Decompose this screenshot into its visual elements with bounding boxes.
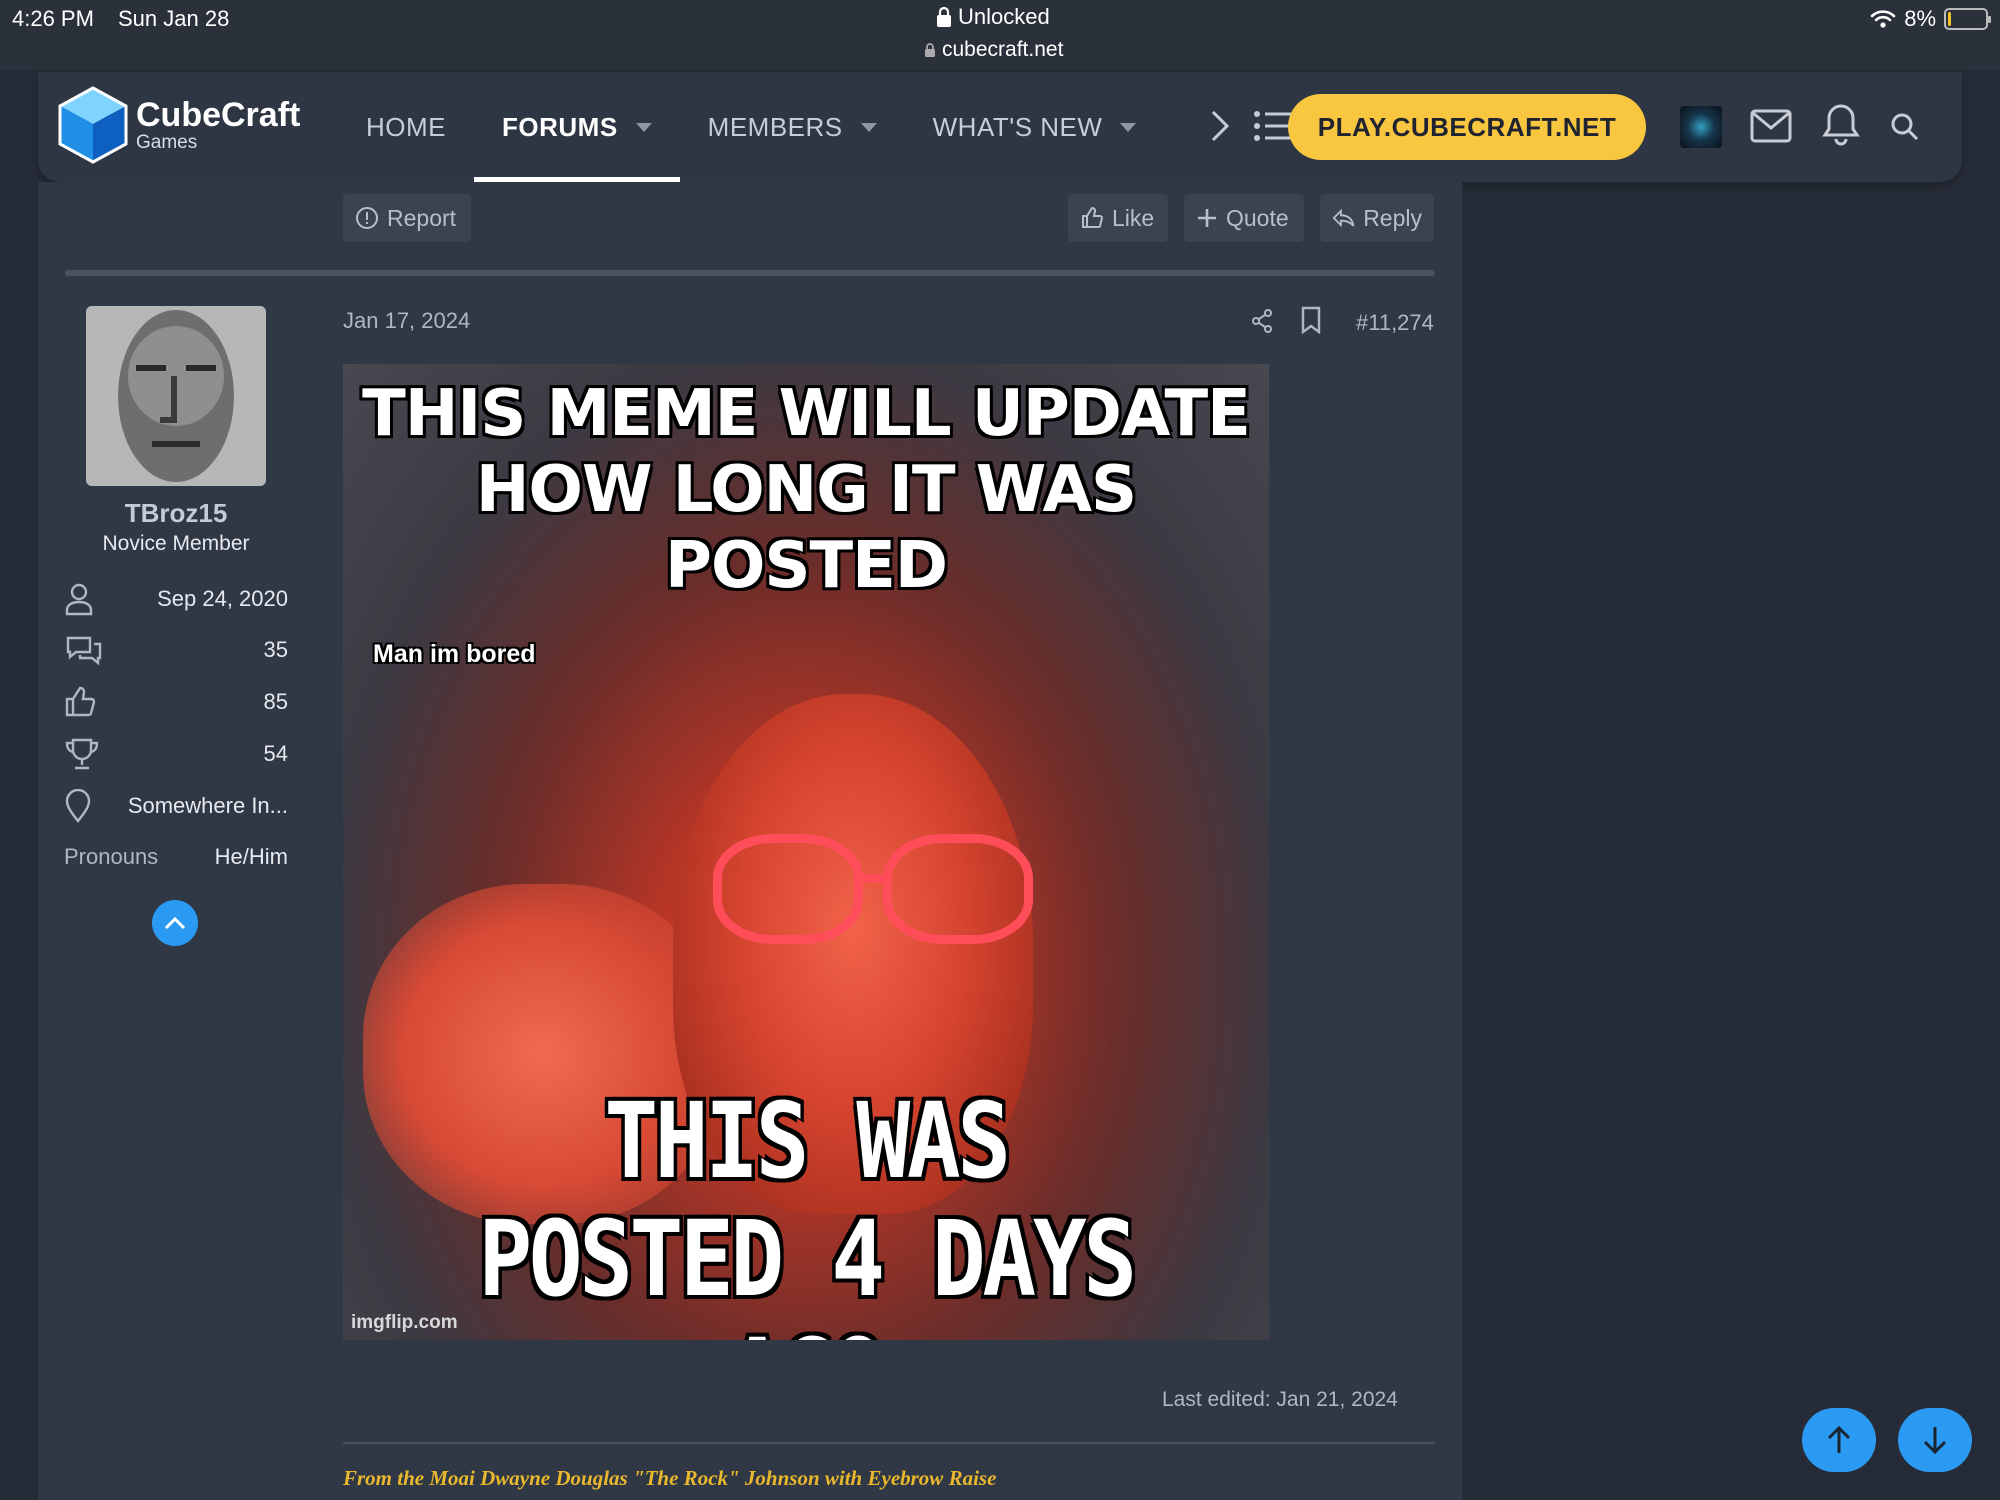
location-text[interactable]: Somewhere In...: [128, 793, 288, 819]
alert-circle-icon: [356, 207, 378, 229]
like-button[interactable]: Like: [1068, 194, 1168, 242]
padlock-icon: [937, 6, 951, 27]
stat-points: 54: [64, 734, 288, 774]
moai-avatar-icon: [86, 306, 266, 486]
reply-label: Reply: [1363, 204, 1422, 231]
location-pin-icon: [65, 789, 91, 823]
trophy-icon: [65, 738, 99, 770]
battery-fill: [1948, 12, 1951, 26]
arrow-down-icon: [1923, 1427, 1947, 1455]
points-count: 54: [263, 741, 288, 766]
post-number[interactable]: #11,274: [1356, 310, 1434, 336]
meme-top-text: THIS MEME WILL UPDATE HOW LONG IT WAS PO…: [343, 376, 1269, 604]
stat-reactions: 85: [64, 682, 288, 722]
stat-pronouns: Pronouns He/Him: [64, 844, 288, 870]
cube-logo-icon: [58, 86, 128, 164]
thumbs-up-icon: [65, 686, 96, 717]
search-icon[interactable]: [1890, 112, 1920, 142]
pronouns-value: He/Him: [214, 844, 288, 869]
nav-whats-new-label: WHAT'S NEW: [932, 111, 1103, 142]
stat-messages: 35: [64, 630, 288, 670]
bell-icon[interactable]: [1822, 102, 1860, 146]
meme-bottom-text: THIS WAS POSTED 4 DAYS AGO: [408, 1082, 1204, 1340]
quote-button[interactable]: Quote: [1184, 194, 1304, 242]
battery-icon: [1944, 8, 1991, 30]
play-server-button[interactable]: PLAY.CUBECRAFT.NET: [1288, 94, 1646, 160]
nav-home-label: HOME: [366, 111, 446, 142]
lock-label: Unlocked: [958, 4, 1050, 29]
thumbs-up-icon: [1082, 206, 1104, 228]
author-title: Novice Member: [102, 532, 250, 555]
arrow-up-icon: [1827, 1425, 1851, 1453]
share-icon[interactable]: [1250, 308, 1274, 334]
status-time: 4:26 PM: [12, 6, 94, 31]
status-right: 8%: [1870, 6, 1991, 32]
bookmark-icon[interactable]: [1300, 306, 1322, 334]
meme-glasses-left: [713, 834, 863, 944]
status-date: Sun Jan 28: [118, 6, 230, 31]
user-avatar[interactable]: [1680, 106, 1722, 148]
scroll-top-button[interactable]: [1802, 1408, 1876, 1472]
meme-top-line-2: HOW LONG IT WAS POSTED: [475, 453, 1137, 603]
user-icon: [65, 583, 93, 616]
lock-status: Unlocked: [936, 4, 1050, 30]
wifi-icon: [1870, 10, 1896, 28]
meme-side-text: Man im bored: [373, 640, 536, 668]
meme-watermark: imgflip.com: [351, 1312, 458, 1333]
report-label: Report: [387, 204, 457, 231]
stat-joined: Sep 24, 2020: [64, 579, 288, 619]
post-date[interactable]: Jan 17, 2024: [343, 308, 470, 334]
mail-icon[interactable]: [1750, 108, 1792, 144]
post-panel: Report Like Quote Reply TBroz15 Novice M…: [38, 182, 1462, 1500]
main-nav: HOME FORUMS MEMBERS WHAT'S NEW: [338, 72, 1164, 182]
messages-icon: [66, 636, 102, 666]
logo-subtitle: Games: [136, 132, 198, 153]
author-avatar[interactable]: [86, 306, 266, 486]
meme-glasses-bridge: [855, 874, 891, 883]
signature-divider: [343, 1442, 1435, 1444]
battery-percent: 8%: [1904, 6, 1936, 31]
nav-forums-label: FORUMS: [502, 111, 618, 142]
reactions-count: 85: [263, 689, 288, 714]
quote-label: Quote: [1226, 204, 1289, 231]
meme-bottom-line-1: THIS WAS: [604, 1080, 1011, 1202]
chevron-up-icon: [164, 916, 186, 930]
caret-down-icon[interactable]: [1120, 122, 1137, 132]
secure-lock-icon: [925, 43, 935, 57]
nav-members-label: MEMBERS: [707, 111, 843, 142]
address-bar[interactable]: cubecraft.net: [924, 38, 1063, 62]
pronouns-label: Pronouns: [64, 844, 159, 869]
nav-members[interactable]: MEMBERS: [680, 72, 905, 182]
chevron-right-icon[interactable]: [1208, 106, 1232, 146]
meme-image[interactable]: THIS MEME WILL UPDATE HOW LONG IT WAS PO…: [343, 364, 1269, 1340]
stat-location: Somewhere In...: [64, 786, 288, 826]
caret-down-icon[interactable]: [635, 122, 652, 132]
scroll-bottom-button[interactable]: [1898, 1408, 1972, 1472]
messages-count: 35: [263, 637, 288, 662]
plus-icon: [1198, 209, 1216, 227]
url-text: cubecraft.net: [942, 38, 1064, 61]
caret-down-icon[interactable]: [860, 122, 877, 132]
nav-whats-new[interactable]: WHAT'S NEW: [905, 72, 1165, 182]
author-username[interactable]: TBroz15: [38, 498, 314, 529]
site-header: CubeCraft Games HOME FORUMS MEMBERS WHAT…: [38, 72, 1962, 182]
post-separator: [65, 270, 1435, 276]
nav-home[interactable]: HOME: [338, 72, 474, 182]
logo-title: CubeCraft: [136, 96, 301, 134]
signature-text: From the Moai Dwayne Douglas "The Rock" …: [343, 1466, 997, 1490]
meme-bottom-line-2: POSTED 4 DAYS AGO: [478, 1198, 1137, 1340]
reply-button[interactable]: Reply: [1320, 194, 1434, 242]
collapse-author-button[interactable]: [152, 900, 198, 946]
cubecraft-logo[interactable]: CubeCraft Games: [58, 86, 300, 164]
meme-top-line-1: THIS MEME WILL UPDATE: [362, 377, 1251, 451]
last-edited: Last edited: Jan 21, 2024: [1162, 1388, 1398, 1411]
reply-icon: [1332, 208, 1355, 228]
nav-forums[interactable]: FORUMS: [474, 72, 680, 182]
report-button[interactable]: Report: [343, 194, 471, 242]
status-bar: 4:26 PM Sun Jan 28 Unlocked cubecraft.ne…: [0, 0, 2000, 70]
like-label: Like: [1112, 204, 1155, 231]
meme-glasses-right: [883, 834, 1033, 944]
joined-date: Sep 24, 2020: [157, 586, 288, 611]
